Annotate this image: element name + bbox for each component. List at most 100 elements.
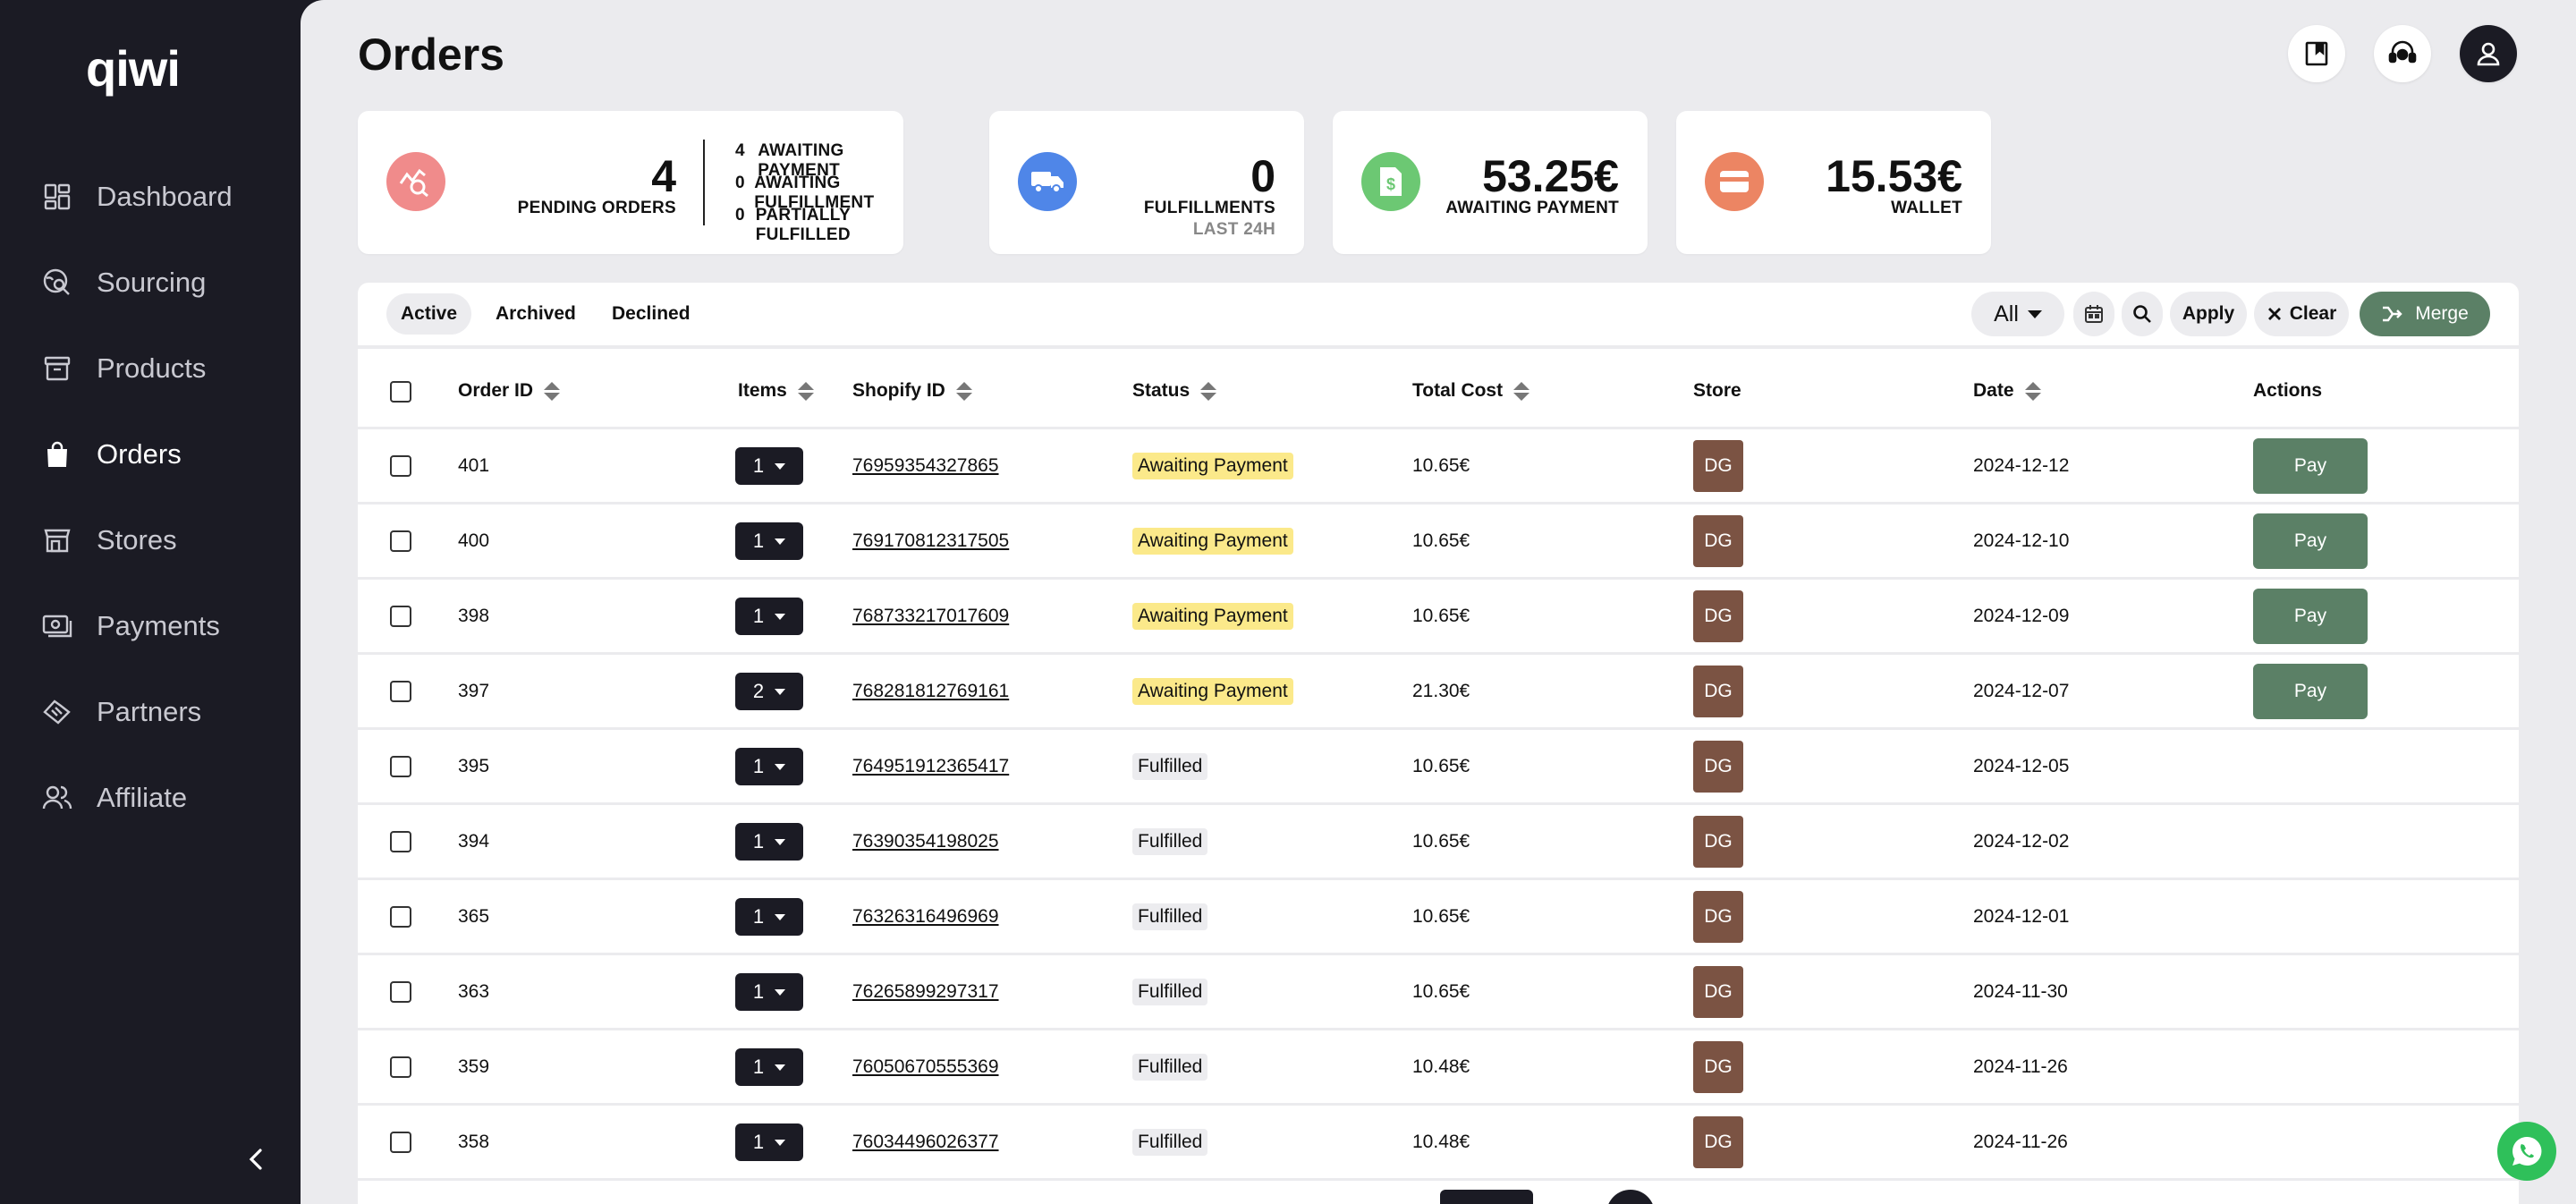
col-status[interactable]: Status: [1132, 352, 1217, 429]
order-id: 365: [458, 905, 490, 927]
items-dropdown[interactable]: 1: [735, 1123, 803, 1161]
shopify-id-link[interactable]: 769170812317505: [852, 530, 1009, 552]
shopify-id-link[interactable]: 76390354198025: [852, 831, 999, 852]
items-dropdown[interactable]: 1: [735, 447, 803, 485]
awaiting-payment-value: 53.25€: [1482, 151, 1619, 201]
user-icon: [2477, 42, 2500, 66]
shopify-id-link[interactable]: 768733217017609: [852, 606, 1009, 627]
headset-icon: [2388, 40, 2417, 64]
row-checkbox[interactable]: [390, 1132, 411, 1153]
sidebar-item-payments[interactable]: Payments: [41, 601, 220, 651]
caret-down-icon: [775, 613, 786, 620]
sidebar-item-affiliate[interactable]: Affiliate: [41, 773, 187, 823]
whatsapp-chat-button[interactable]: [2497, 1122, 2556, 1181]
status-badge: Awaiting Payment: [1132, 677, 1293, 705]
book-icon: [2305, 41, 2328, 66]
store-badge: DG: [1693, 966, 1743, 1018]
row-checkbox[interactable]: [390, 530, 411, 552]
sort-icon: [797, 381, 814, 401]
order-date: 2024-11-30: [1973, 980, 2068, 1002]
items-dropdown[interactable]: 1: [735, 823, 803, 861]
row-checkbox[interactable]: [390, 831, 411, 852]
items-dropdown[interactable]: 1: [735, 748, 803, 785]
table-row: 394 1 76390354198025 Fulfilled 10.65€ DG 2024-…: [358, 805, 2519, 880]
row-checkbox[interactable]: [390, 756, 411, 777]
date-filter-button[interactable]: [2073, 292, 2114, 336]
tab-declined[interactable]: Declined: [597, 293, 705, 335]
sort-icon: [1513, 381, 1530, 401]
row-checkbox[interactable]: [390, 455, 411, 477]
shopify-id-link[interactable]: 76959354327865: [852, 455, 999, 477]
sidebar-item-products[interactable]: Products: [41, 343, 206, 394]
sidebar-item-stores[interactable]: Stores: [41, 515, 177, 565]
guide-button[interactable]: [2288, 25, 2345, 82]
col-actions: Actions: [2253, 380, 2323, 401]
pay-button[interactable]: Pay: [2253, 589, 2368, 644]
row-checkbox[interactable]: [390, 981, 411, 1003]
store-badge: DG: [1693, 816, 1743, 868]
account-button[interactable]: [2460, 25, 2517, 82]
shopify-id-link[interactable]: 76034496026377: [852, 1132, 999, 1153]
total-cost: 10.65€: [1412, 980, 1470, 1002]
select-all-checkbox[interactable]: [390, 381, 411, 403]
shopify-id-link[interactable]: 76326316496969: [852, 906, 999, 928]
support-button[interactable]: [2374, 25, 2431, 82]
fulfillments-label: FULFILLMENTS: [1143, 199, 1275, 217]
pay-button[interactable]: Pay: [2253, 438, 2368, 494]
search-icon: [2133, 305, 2151, 323]
col-date[interactable]: Date: [1973, 352, 2041, 429]
total-cost: 10.48€: [1412, 1056, 1470, 1077]
col-total-cost[interactable]: Total Cost: [1412, 352, 1530, 429]
store-badge: DG: [1693, 440, 1743, 492]
store-badge: DG: [1693, 666, 1743, 717]
items-dropdown[interactable]: 1: [735, 598, 803, 635]
col-items[interactable]: Items: [738, 352, 814, 429]
row-checkbox[interactable]: [390, 681, 411, 702]
tab-archived[interactable]: Archived: [481, 293, 590, 335]
whatsapp-icon: [2512, 1136, 2542, 1166]
items-dropdown[interactable]: 1: [735, 1048, 803, 1086]
row-checkbox[interactable]: [390, 1056, 411, 1078]
svg-text:$: $: [1386, 175, 1395, 193]
merge-button[interactable]: Merge: [2360, 292, 2490, 336]
status-filter-select[interactable]: All: [1971, 292, 2064, 336]
order-date: 2024-12-01: [1973, 905, 2070, 927]
items-dropdown[interactable]: 1: [735, 973, 803, 1011]
apply-button[interactable]: Apply: [2170, 292, 2247, 336]
row-checkbox[interactable]: [390, 606, 411, 627]
sidebar-item-label: Payments: [97, 610, 220, 641]
store-badge: DG: [1693, 1116, 1743, 1168]
row-checkbox[interactable]: [390, 906, 411, 928]
caret-down-icon: [775, 838, 786, 845]
sidebar-item-orders[interactable]: Orders: [41, 429, 182, 479]
breakdown-partially-fulfilled: 0 PARTIALLY FULFILLED: [735, 206, 851, 244]
tab-active[interactable]: Active: [386, 293, 472, 335]
clear-button[interactable]: Clear: [2254, 292, 2349, 336]
sidebar-item-sourcing[interactable]: Sourcing: [41, 258, 206, 308]
col-order-id[interactable]: Order ID: [458, 352, 561, 429]
fulfillments-card: 0 FULFILLMENTS LAST 24H: [989, 111, 1304, 254]
order-id: 394: [458, 830, 490, 852]
table-row: 359 1 76050670555369 Fulfilled 10.48€ DG 2024-…: [358, 1030, 2519, 1106]
shopify-id-link[interactable]: 76265899297317: [852, 981, 999, 1003]
shopify-id-link[interactable]: 76050670555369: [852, 1056, 999, 1078]
status-badge: Awaiting Payment: [1132, 527, 1293, 555]
order-id: 359: [458, 1056, 490, 1077]
sidebar-item-partners[interactable]: Partners: [41, 687, 201, 737]
search-button[interactable]: [2122, 292, 2163, 336]
status-badge: Fulfilled: [1132, 903, 1208, 930]
col-shopify-id[interactable]: Shopify ID: [852, 352, 972, 429]
items-dropdown[interactable]: 2: [735, 673, 803, 710]
sidebar-item-dashboard[interactable]: Dashboard: [41, 172, 233, 222]
shopify-id-link[interactable]: 764951912365417: [852, 756, 1009, 777]
items-dropdown[interactable]: 1: [735, 522, 803, 560]
pending-orders-value: 4: [651, 151, 676, 201]
items-dropdown[interactable]: 1: [735, 898, 803, 936]
order-date: 2024-12-09: [1973, 605, 2070, 626]
shopify-id-link[interactable]: 768281812769161: [852, 681, 1009, 702]
pay-button[interactable]: Pay: [2253, 513, 2368, 569]
collapse-sidebar-button[interactable]: [242, 1145, 270, 1174]
app-logo[interactable]: qiwi: [86, 39, 181, 98]
pay-button[interactable]: Pay: [2253, 664, 2368, 719]
tabs-toolbar: Active Archived Declined All Apply Clear…: [358, 283, 2519, 349]
